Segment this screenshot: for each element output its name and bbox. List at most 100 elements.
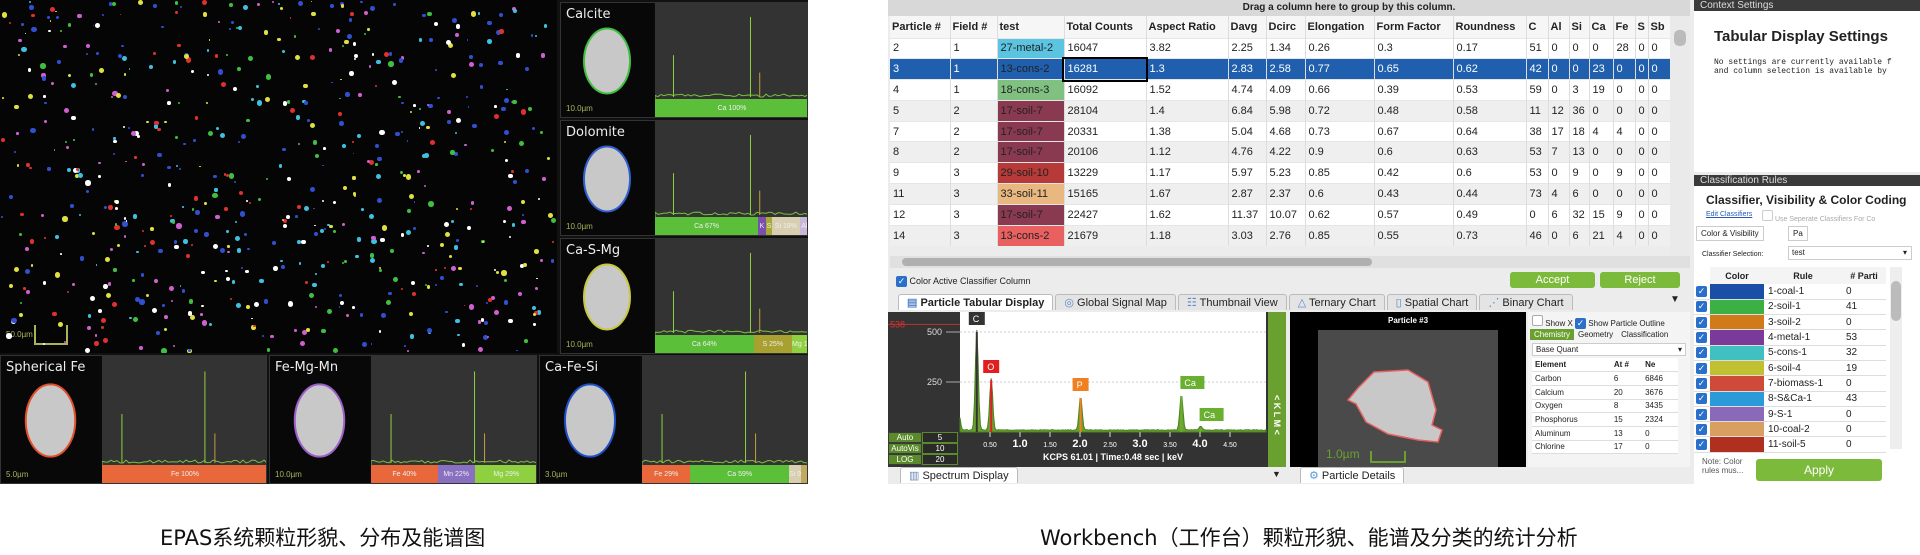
chem-row[interactable]: Calcium 20 3676 [1532, 385, 1678, 399]
table-cell[interactable]: 4 [1589, 121, 1613, 142]
rule-color-swatch[interactable] [1710, 437, 1764, 452]
table-cell[interactable]: 0 [1635, 38, 1648, 59]
table-cell[interactable]: 7 [1548, 142, 1569, 163]
rule-color-swatch[interactable] [1710, 299, 1764, 314]
table-cell[interactable]: 5.98 [1266, 100, 1305, 121]
table-cell[interactable]: 0 [1648, 38, 1670, 59]
table-row[interactable]: 14 3 13-cons-2 21679 1.18 3.03 2.76 0.85 0.55 0.7… [890, 225, 1670, 246]
table-cell[interactable]: 4.68 [1266, 121, 1305, 142]
table-cell[interactable]: 17 [1548, 121, 1569, 142]
table-cell[interactable]: 0 [1548, 80, 1569, 101]
rule-row[interactable]: ✓ 1-coal-1 0 [1694, 284, 1886, 299]
table-cell[interactable]: 0 [1613, 59, 1635, 80]
class-cell[interactable]: 13-cons-2 [997, 225, 1064, 246]
table-cell[interactable]: 0 [1613, 142, 1635, 163]
table-cell[interactable]: 9 [1569, 163, 1589, 184]
table-cell[interactable]: 0 [1613, 80, 1635, 101]
chem-row[interactable]: Carbon 6 6846 [1532, 372, 1678, 386]
table-cell[interactable]: 15 [1589, 204, 1613, 225]
table-cell[interactable]: 32 [1569, 204, 1589, 225]
class-cell[interactable]: 17-soil-7 [997, 121, 1064, 142]
table-cell[interactable]: 1 [950, 38, 997, 59]
table-cell[interactable]: 20106 [1064, 142, 1146, 163]
table-cell[interactable]: 1.67 [1146, 184, 1228, 205]
chem-header[interactable]: Element [1532, 358, 1611, 372]
table-cell[interactable]: 0 [1635, 121, 1648, 142]
table-cell[interactable]: 1.52 [1146, 80, 1228, 101]
table-cell[interactable]: 0 [1648, 142, 1670, 163]
edit-classifiers-link[interactable]: Edit Classifiers [1706, 211, 1752, 218]
table-cell[interactable]: 0.73 [1453, 225, 1526, 246]
column-header[interactable]: test [997, 16, 1064, 38]
table-cell[interactable]: 1.12 [1146, 142, 1228, 163]
rule-row[interactable]: ✓ 11-soil-5 0 [1694, 437, 1886, 452]
column-header[interactable]: Particle # [890, 16, 950, 38]
table-cell[interactable]: 0.43 [1374, 184, 1453, 205]
class-cell[interactable]: 18-cons-3 [997, 80, 1064, 101]
table-cell[interactable]: 0 [1648, 121, 1670, 142]
visibility-checkbox[interactable]: ✓ [1694, 360, 1710, 375]
table-cell[interactable]: 21679 [1064, 225, 1146, 246]
table-cell[interactable]: 0 [1635, 100, 1648, 121]
tab-thumbnail-view[interactable]: ☷ Thumbnail View [1178, 294, 1287, 310]
table-cell[interactable]: 5 [890, 100, 950, 121]
column-header[interactable]: S [1635, 16, 1648, 38]
table-cell[interactable]: 42 [1526, 59, 1548, 80]
rule-color-swatch[interactable] [1710, 376, 1764, 391]
table-cell[interactable]: 0.64 [1453, 121, 1526, 142]
table-row[interactable]: 7 2 17-soil-7 20331 1.38 5.04 4.68 0.73 0.67 0.64… [890, 121, 1670, 142]
table-cell[interactable]: 0 [1613, 184, 1635, 205]
visibility-checkbox[interactable]: ✓ [1694, 376, 1710, 391]
table-cell[interactable]: 23 [1589, 59, 1613, 80]
table-cell[interactable]: 28 [1613, 38, 1635, 59]
class-cell[interactable]: 33-soil-11 [997, 184, 1064, 205]
visibility-checkbox[interactable]: ✓ [1694, 330, 1710, 345]
table-cell[interactable]: 12 [1548, 100, 1569, 121]
column-header[interactable]: Elongation [1305, 16, 1374, 38]
tab-color-visibility[interactable]: Color & Visibility [1696, 226, 1764, 241]
scrollbar-thumb[interactable] [1891, 281, 1901, 321]
chem-row[interactable]: Phosphorus 15 2324 [1532, 413, 1678, 427]
table-cell[interactable]: 0.67 [1374, 121, 1453, 142]
table-row[interactable]: 9 3 29-soil-10 13229 1.17 5.97 5.23 0.85 0.42 0.6… [890, 163, 1670, 184]
rules-header[interactable]: Rule [1764, 267, 1842, 284]
tab-ternary-chart[interactable]: △ Ternary Chart [1289, 294, 1385, 310]
table-cell[interactable]: 0.17 [1453, 38, 1526, 59]
table-cell[interactable]: 0 [1548, 59, 1569, 80]
table-cell[interactable]: 0.65 [1374, 59, 1453, 80]
table-cell[interactable]: 2 [890, 38, 950, 59]
table-cell[interactable]: 3 [1569, 80, 1589, 101]
rule-row[interactable]: ✓ 4-metal-1 53 [1694, 330, 1886, 345]
table-cell[interactable]: 0 [1648, 184, 1670, 205]
table-cell[interactable]: 36 [1569, 100, 1589, 121]
chem-row[interactable]: Oxygen 8 3435 [1532, 399, 1678, 413]
table-cell[interactable]: 0 [1589, 38, 1613, 59]
class-cell[interactable]: 17-soil-7 [997, 100, 1064, 121]
table-cell[interactable]: 16047 [1064, 38, 1146, 59]
table-cell[interactable]: 0 [1648, 80, 1670, 101]
table-cell[interactable]: 0 [1648, 100, 1670, 121]
table-cell[interactable]: 0.6 [1453, 163, 1526, 184]
table-cell[interactable]: 0 [1526, 204, 1548, 225]
table-row[interactable]: 2 1 27-metal-2 16047 3.82 2.25 1.34 0.26 0.3 0.17… [890, 38, 1670, 59]
rule-color-swatch[interactable] [1710, 391, 1764, 406]
horizontal-scrollbar[interactable] [890, 256, 1690, 268]
subtab-geometry[interactable]: Geometry [1574, 329, 1617, 340]
table-cell[interactable]: 4.09 [1266, 80, 1305, 101]
table-cell[interactable]: 9 [1613, 163, 1635, 184]
show-outline-checkbox[interactable]: ✓ [1575, 318, 1586, 329]
visibility-checkbox[interactable]: ✓ [1694, 437, 1710, 452]
table-cell[interactable]: 0.6 [1305, 184, 1374, 205]
table-cell[interactable]: 18 [1569, 121, 1589, 142]
rule-row[interactable]: ✓ 8-S&Ca-1 43 [1694, 391, 1886, 406]
table-cell[interactable]: 2.87 [1228, 184, 1266, 205]
rule-row[interactable]: ✓ 10-coal-2 0 [1694, 422, 1886, 437]
table-cell[interactable]: 3 [950, 163, 997, 184]
class-cell[interactable]: 29-soil-10 [997, 163, 1064, 184]
separate-classifiers-checkbox[interactable]: Use Seperate Classifiers For Co [1762, 210, 1875, 223]
tab-binary-chart[interactable]: ⋰ Binary Chart [1479, 294, 1572, 310]
rules-header[interactable]: Color [1710, 267, 1764, 284]
visibility-checkbox[interactable]: ✓ [1694, 284, 1710, 299]
table-cell[interactable]: 3 [950, 225, 997, 246]
show-x-checkbox[interactable] [1532, 315, 1543, 326]
